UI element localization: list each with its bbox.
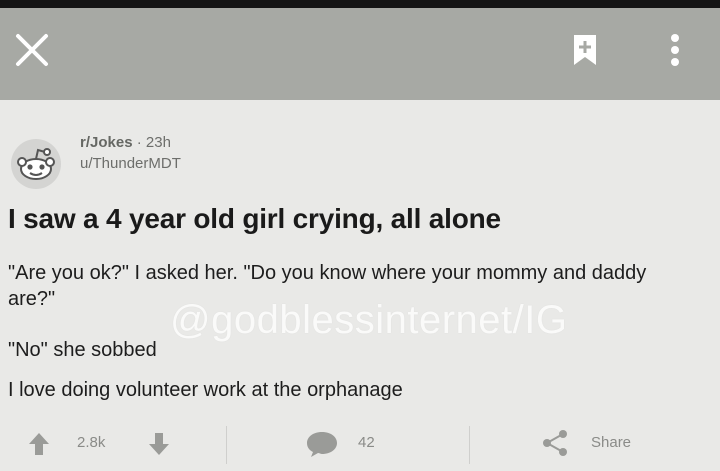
close-button[interactable] <box>10 26 54 74</box>
post-action-bar: 2.8k 42 Share <box>0 420 720 470</box>
downvote-button[interactable] <box>148 432 170 456</box>
action-divider <box>226 426 227 464</box>
arrow-down-icon <box>149 433 169 455</box>
post-age: 23h <box>145 134 171 151</box>
author-link[interactable]: u/ThunderMDT <box>80 155 181 172</box>
arrow-up-icon <box>29 433 49 455</box>
post-meta-line: r/Jokes · 23h <box>80 134 171 151</box>
meta-separator: · <box>136 134 142 151</box>
bookmark-button[interactable] <box>566 26 604 74</box>
post-body-paragraph: I love doing volunteer work at the orpha… <box>8 379 403 401</box>
vote-score: 2.8k <box>77 434 106 451</box>
bookmark-add-icon <box>574 35 596 65</box>
upvote-button[interactable] <box>28 432 50 456</box>
action-divider <box>469 426 470 464</box>
subreddit-avatar[interactable] <box>10 138 62 190</box>
share-button[interactable] <box>541 429 569 457</box>
close-icon <box>16 34 48 66</box>
subreddit-link[interactable]: r/Jokes <box>80 134 133 151</box>
watermark: @godblessinternet/IG <box>170 298 568 342</box>
reddit-alien-icon <box>11 139 61 189</box>
share-label[interactable]: Share <box>591 434 631 451</box>
top-app-bar <box>0 0 720 100</box>
comments-button[interactable] <box>305 430 339 458</box>
post-title: I saw a 4 year old girl crying, all alon… <box>8 203 501 234</box>
comment-count: 42 <box>358 434 375 451</box>
share-icon <box>543 430 567 456</box>
comment-bubble-icon <box>307 432 337 457</box>
more-options-button[interactable] <box>660 26 690 74</box>
more-vertical-icon <box>671 34 679 66</box>
